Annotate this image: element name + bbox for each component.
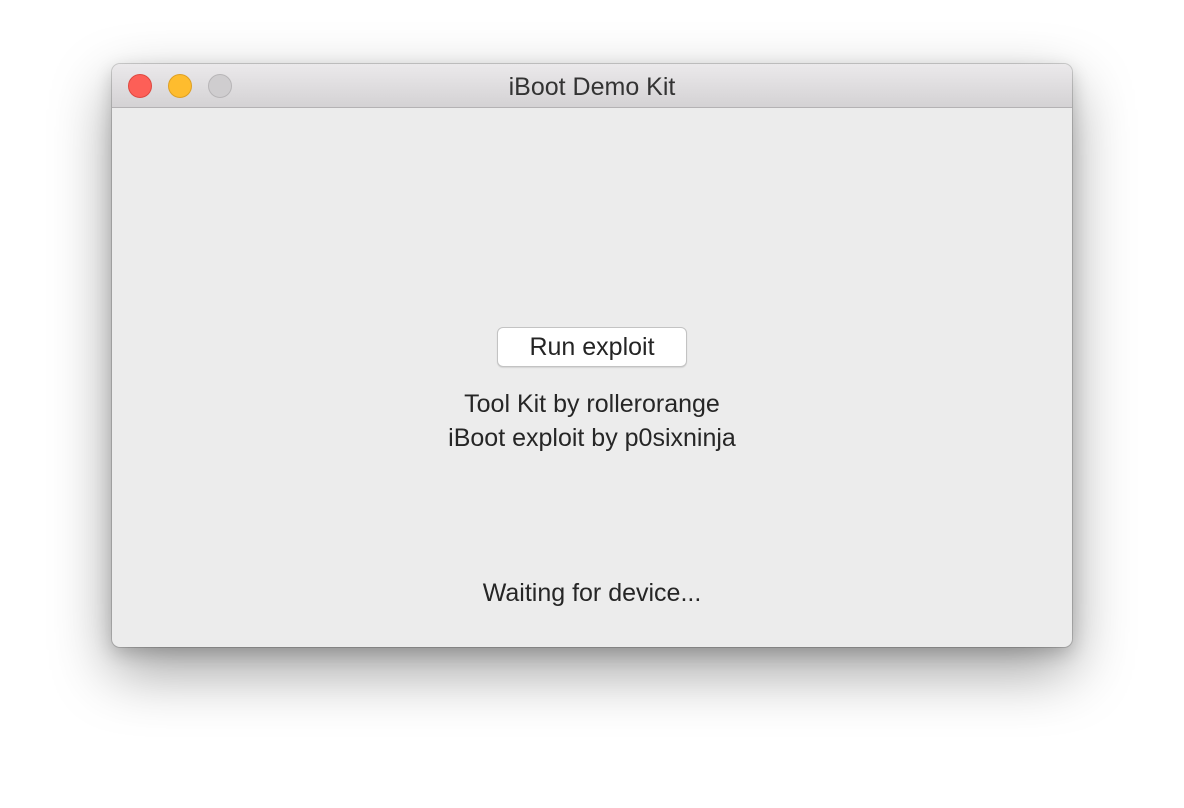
title-bar[interactable]: iBoot Demo Kit: [112, 64, 1072, 108]
toolkit-credit-text: Tool Kit by rollerorange: [464, 390, 720, 418]
exploit-credit-text: iBoot exploit by p0sixninja: [448, 424, 736, 452]
window-title: iBoot Demo Kit: [508, 73, 676, 101]
window-content: Run exploit Tool Kit by rollerorange iBo…: [112, 108, 1072, 647]
run-exploit-button[interactable]: Run exploit: [497, 327, 687, 367]
app-window: iBoot Demo Kit Run exploit Tool Kit by r…: [112, 64, 1072, 647]
status-text: Waiting for device...: [482, 579, 702, 607]
